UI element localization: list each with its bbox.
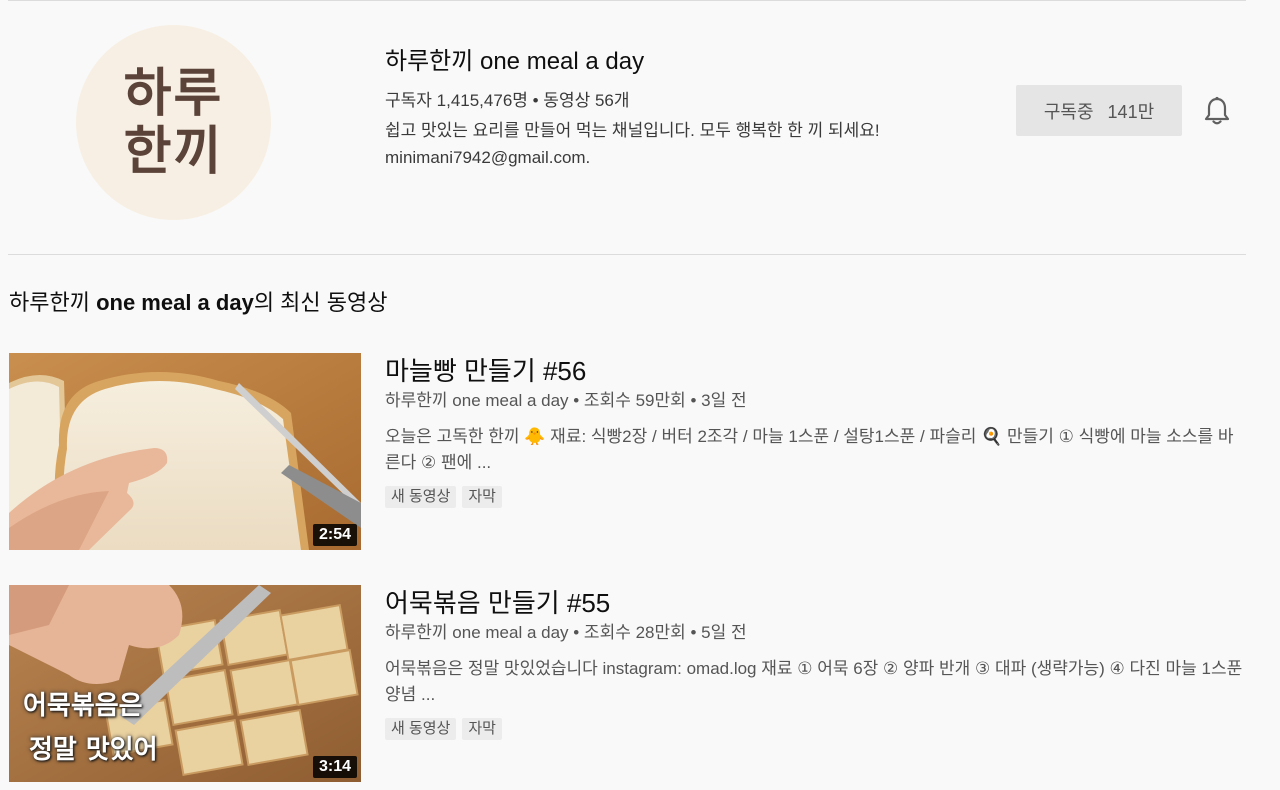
heading-channel-bold: one meal a day xyxy=(96,290,254,315)
thumbnail-caption-line1: 어묵볶음은 xyxy=(23,691,143,721)
video-item: 2:54 마늘빵 만들기 #56 하루한끼 one meal a day • 조… xyxy=(9,353,1249,551)
bell-icon[interactable] xyxy=(1198,92,1236,130)
top-divider xyxy=(8,0,1246,1)
video-item: 어묵볶음은 정말 맛있어 3:14 어묵볶음 만들기 #55 하루한끼 one … xyxy=(9,585,1249,783)
logo-text-line1: 하루 xyxy=(123,63,224,124)
channel-page: 하루 한끼 하루한끼 one meal a day 구독자 1,415,476명… xyxy=(0,0,1280,790)
logo-text-line2: 한끼 xyxy=(123,121,224,182)
video-badges: 새 동영상 자막 xyxy=(385,486,1249,508)
section-divider xyxy=(8,254,1246,255)
subscriber-count: 141만 xyxy=(1107,101,1155,122)
channel-avatar[interactable]: 하루 한끼 xyxy=(76,25,271,220)
new-video-badge: 새 동영상 xyxy=(385,486,457,508)
channel-stats: 구독자 1,415,476명 • 동영상 56개 xyxy=(385,91,630,110)
channel-email: minimani7942@gmail.com. xyxy=(385,148,591,167)
latest-videos-heading: 하루한끼 one meal a day의 최신 동영상 xyxy=(9,287,388,319)
video-duration: 2:54 xyxy=(312,524,357,546)
channel-description: 쉽고 맛있는 요리를 만들어 먹는 채널입니다. 모두 행복한 한 끼 되세요! xyxy=(385,121,880,140)
channel-info: 하루한끼 one meal a day 구독자 1,415,476명 • 동영상… xyxy=(385,44,985,171)
video-thumbnail[interactable]: 어묵볶음은 정말 맛있어 3:14 xyxy=(9,585,361,782)
subtitles-badge: 자막 xyxy=(462,486,502,508)
video-description: 어묵볶음은 정말 맛있었습니다 instagram: omad.log 재료 ①… xyxy=(385,659,1243,704)
video-meta: 하루한끼 one meal a day • 조회수 59만회 • 3일 전 xyxy=(385,391,747,410)
video-title[interactable]: 어묵볶음 만들기 #55 xyxy=(385,586,1249,620)
heading-channel-prefix: 하루한끼 xyxy=(9,290,97,315)
thumbnail-caption-line2: 정말 맛있어 xyxy=(29,735,158,765)
heading-suffix: 의 최신 동영상 xyxy=(253,290,388,315)
video-description: 오늘은 고독한 한끼 🐥 재료: 식빵2장 / 버터 2조각 / 마늘 1스푼 … xyxy=(385,427,1234,472)
channel-title[interactable]: 하루한끼 one meal a day xyxy=(385,44,985,80)
new-video-badge: 새 동영상 xyxy=(385,718,457,740)
video-info: 어묵볶음 만들기 #55 하루한끼 one meal a day • 조회수 2… xyxy=(385,585,1249,740)
subscribed-button[interactable]: 구독중 141만 xyxy=(1016,85,1182,136)
subscribe-label: 구독중 xyxy=(1043,101,1094,122)
video-duration: 3:14 xyxy=(312,756,357,778)
thumbnail-image-garlic-bread xyxy=(9,353,361,550)
video-info: 마늘빵 만들기 #56 하루한끼 one meal a day • 조회수 59… xyxy=(385,353,1249,508)
video-meta: 하루한끼 one meal a day • 조회수 28만회 • 5일 전 xyxy=(385,623,747,642)
video-badges: 새 동영상 자막 xyxy=(385,718,1249,740)
video-thumbnail[interactable]: 2:54 xyxy=(9,353,361,550)
subtitles-badge: 자막 xyxy=(462,718,502,740)
video-title[interactable]: 마늘빵 만들기 #56 xyxy=(385,354,1249,388)
